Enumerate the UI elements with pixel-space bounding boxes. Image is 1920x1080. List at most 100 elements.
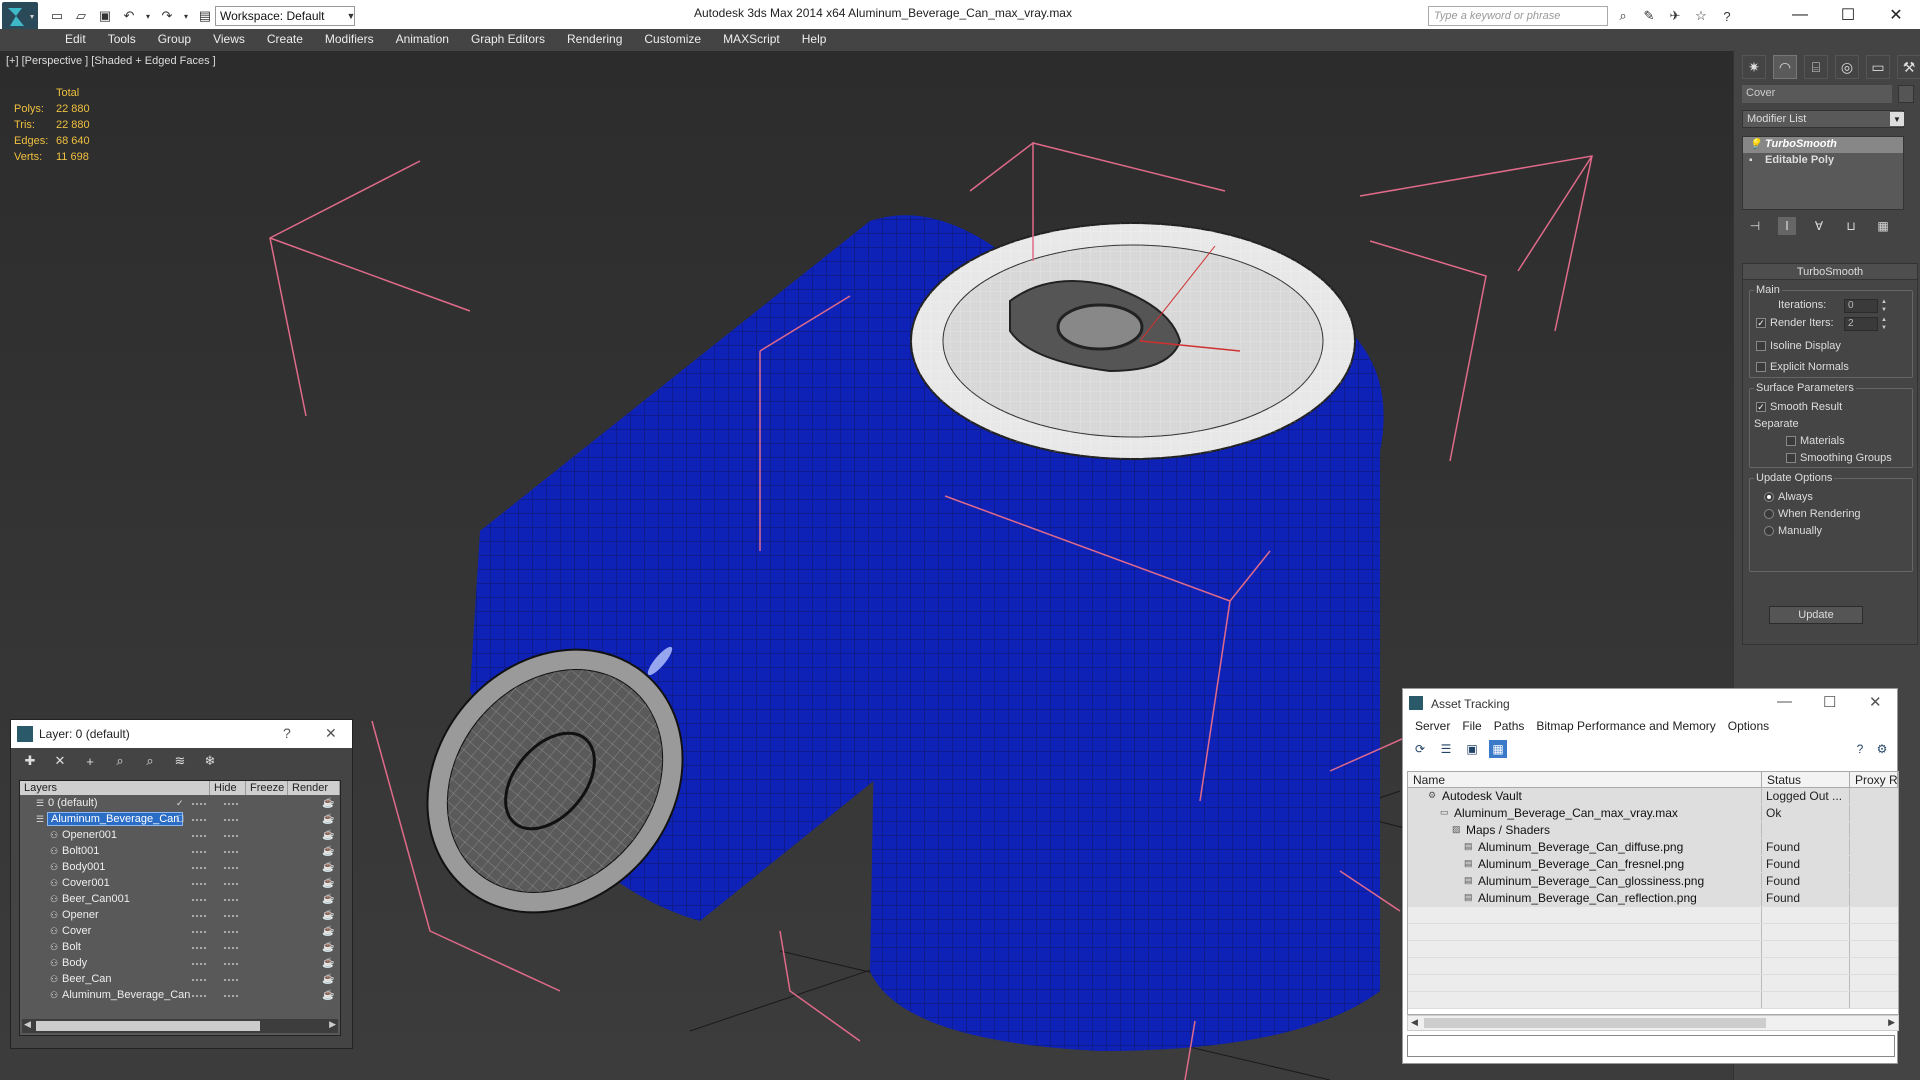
- communication-icon[interactable]: ✈: [1666, 7, 1684, 25]
- menu-item-maxscript[interactable]: MAXScript: [712, 29, 791, 51]
- remove-modifier-icon[interactable]: ⊔: [1842, 217, 1860, 235]
- hide-toggle[interactable]: [192, 963, 206, 965]
- new-file-icon[interactable]: ▭: [48, 7, 66, 25]
- scroll-right-icon[interactable]: ▶: [329, 1019, 336, 1030]
- pin-stack-icon[interactable]: ⊣: [1746, 217, 1764, 235]
- render-teapot-icon[interactable]: ☕: [322, 830, 334, 841]
- stack-item-editable-poly[interactable]: ▪ Editable Poly: [1743, 153, 1903, 169]
- display-tab-icon[interactable]: ▭: [1866, 55, 1890, 79]
- undo-icon[interactable]: ↶: [120, 7, 138, 25]
- scroll-thumb[interactable]: [36, 1021, 260, 1031]
- horizontal-scrollbar[interactable]: ◀ ▶: [1407, 1015, 1899, 1031]
- save-file-icon[interactable]: ▣: [96, 7, 114, 25]
- always-radio[interactable]: [1764, 492, 1774, 502]
- layer-row[interactable]: ⚇ Cover ☕: [20, 923, 340, 939]
- render-teapot-icon[interactable]: ☕: [322, 942, 334, 953]
- thumbnail-view-icon[interactable]: ▣: [1463, 740, 1481, 758]
- render-iters-spinner[interactable]: 2: [1844, 317, 1878, 331]
- help-icon[interactable]: ?: [283, 725, 291, 741]
- layer-name[interactable]: Body001: [62, 861, 105, 873]
- freeze-toggle[interactable]: [224, 819, 238, 821]
- freeze-toggle[interactable]: [224, 947, 238, 949]
- help-icon[interactable]: ?: [1718, 7, 1736, 25]
- modify-tab-icon[interactable]: ◠: [1773, 55, 1797, 79]
- subscription-icon[interactable]: ✎: [1640, 7, 1658, 25]
- layer-row[interactable]: ⚇ Opener001 ☕: [20, 827, 340, 843]
- hide-toggle[interactable]: [192, 851, 206, 853]
- hide-toggle[interactable]: [192, 835, 206, 837]
- layer-name[interactable]: Beer_Can: [62, 973, 112, 985]
- context-help-icon[interactable]: ⚙: [1873, 740, 1891, 758]
- hide-toggle[interactable]: [192, 867, 206, 869]
- select-objects-icon[interactable]: ⌕: [111, 752, 129, 770]
- menu-item-edit[interactable]: Edit: [54, 29, 97, 51]
- freeze-all-icon[interactable]: ❄: [201, 752, 219, 770]
- column-header-hide[interactable]: Hide: [210, 781, 246, 795]
- asset-path-field[interactable]: [1407, 1035, 1895, 1057]
- scroll-thumb[interactable]: [1424, 1018, 1766, 1028]
- freeze-toggle[interactable]: [224, 851, 238, 853]
- utilities-tab-icon[interactable]: ⚒: [1897, 55, 1920, 79]
- render-teapot-icon[interactable]: ☕: [322, 798, 334, 809]
- current-layer-check-icon[interactable]: ✓: [176, 798, 184, 809]
- show-end-result-icon[interactable]: Ⅰ: [1778, 217, 1796, 235]
- update-button[interactable]: Update: [1769, 606, 1863, 624]
- expand-plus-icon[interactable]: ▪: [1749, 155, 1753, 166]
- configure-sets-icon[interactable]: ▦: [1874, 217, 1892, 235]
- object-color-swatch[interactable]: [1898, 85, 1914, 103]
- motion-tab-icon[interactable]: ◎: [1835, 55, 1859, 79]
- freeze-toggle[interactable]: [224, 931, 238, 933]
- stack-item-turbosmooth[interactable]: 💡 TurboSmooth: [1743, 137, 1903, 153]
- asset-row[interactable]: ▭ Aluminum_Beverage_Can_max_vray.max Ok: [1408, 805, 1898, 822]
- layer-row[interactable]: ⚇ Body ☕: [20, 955, 340, 971]
- rollout-title[interactable]: TurboSmooth: [1743, 264, 1917, 280]
- layer-row[interactable]: ⚇ Beer_Can001 ☕: [20, 891, 340, 907]
- smoothing-groups-checkbox[interactable]: [1786, 453, 1796, 463]
- minimize-button[interactable]: —: [1780, 2, 1820, 28]
- favorites-star-icon[interactable]: ☆: [1692, 7, 1710, 25]
- column-header-render[interactable]: Render: [288, 781, 340, 795]
- spinner-arrows-icon[interactable]: ▲ ▼: [1880, 317, 1888, 331]
- freeze-toggle[interactable]: [224, 979, 238, 981]
- render-teapot-icon[interactable]: ☕: [322, 894, 334, 905]
- freeze-toggle[interactable]: [224, 883, 238, 885]
- layer-name[interactable]: 0 (default): [48, 797, 98, 809]
- chevron-down-icon[interactable]: ▼: [344, 6, 358, 26]
- open-file-icon[interactable]: ▱: [72, 7, 90, 25]
- layer-dialog-titlebar[interactable]: Layer: 0 (default) ? ✕: [11, 720, 352, 748]
- freeze-toggle[interactable]: [224, 835, 238, 837]
- delete-layer-icon[interactable]: ✕: [51, 752, 69, 770]
- asset-row[interactable]: ▤ Aluminum_Beverage_Can_reflection.png Fou…: [1408, 890, 1898, 907]
- asset-row[interactable]: ▤ Aluminum_Beverage_Can_glossiness.png Fou…: [1408, 873, 1898, 890]
- column-header-status[interactable]: Status: [1762, 772, 1850, 787]
- layer-name[interactable]: Bolt: [62, 941, 81, 953]
- layer-name[interactable]: Bolt001: [62, 845, 99, 857]
- redo-dropdown-icon[interactable]: ▾: [182, 7, 190, 25]
- hide-toggle[interactable]: [192, 803, 206, 805]
- when-rendering-radio[interactable]: [1764, 509, 1774, 519]
- iterations-spinner[interactable]: 0: [1844, 299, 1878, 313]
- spinner-arrows-icon[interactable]: ▲ ▼: [1880, 299, 1888, 313]
- asset-menu-server[interactable]: Server: [1409, 717, 1456, 737]
- menu-item-group[interactable]: Group: [147, 29, 202, 51]
- freeze-toggle[interactable]: [224, 963, 238, 965]
- hide-toggle[interactable]: [192, 883, 206, 885]
- layer-name[interactable]: Beer_Can001: [62, 893, 130, 905]
- freeze-toggle[interactable]: [224, 803, 238, 805]
- hide-toggle[interactable]: [192, 819, 206, 821]
- layer-row[interactable]: ⚇ Opener ☕: [20, 907, 340, 923]
- asset-menu-paths[interactable]: Paths: [1488, 717, 1531, 737]
- layer-row[interactable]: ☰ 0 (default) ✓ ☕: [20, 795, 340, 811]
- render-teapot-icon[interactable]: ☕: [322, 990, 334, 1001]
- asset-row[interactable]: ▤ Aluminum_Beverage_Can_diffuse.png Found: [1408, 839, 1898, 856]
- render-teapot-icon[interactable]: ☕: [322, 958, 334, 969]
- asset-menu-bitmap-performance-and-memory[interactable]: Bitmap Performance and Memory: [1530, 717, 1721, 737]
- create-tab-icon[interactable]: ✷: [1742, 55, 1766, 79]
- refresh-icon[interactable]: ⟳: [1411, 740, 1429, 758]
- hide-toggle[interactable]: [192, 995, 206, 997]
- hide-toggle[interactable]: [192, 979, 206, 981]
- render-teapot-icon[interactable]: ☕: [322, 926, 334, 937]
- close-button[interactable]: ✕: [1876, 2, 1916, 28]
- asset-dialog-titlebar[interactable]: Asset Tracking — ☐ ✕: [1403, 689, 1897, 717]
- render-teapot-icon[interactable]: ☕: [322, 846, 334, 857]
